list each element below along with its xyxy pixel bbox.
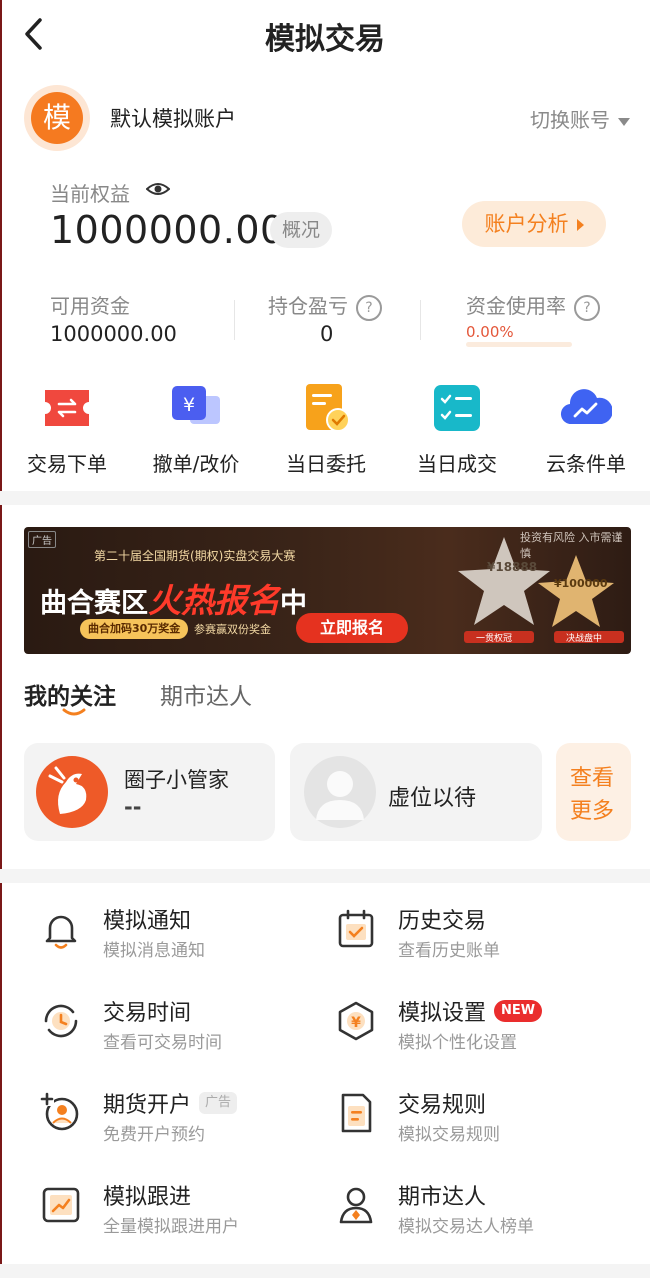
banner-ad-tag: 广告 bbox=[28, 531, 56, 548]
ad-badge: 广告 bbox=[199, 1092, 238, 1114]
page-title: 模拟交易 bbox=[265, 22, 385, 57]
view-more-line1: 查看 bbox=[570, 766, 615, 791]
menu-sub: 模拟消息通知 bbox=[103, 941, 205, 961]
eye-icon[interactable] bbox=[146, 180, 170, 198]
clock-icon bbox=[44, 1004, 78, 1038]
tab-my-focus[interactable]: 我的关注 bbox=[24, 677, 116, 711]
follow-card-sub: -- bbox=[124, 795, 142, 819]
divider bbox=[234, 300, 235, 340]
view-more-button[interactable]: 查看 更多 bbox=[556, 743, 631, 841]
menu-sub: 模拟交易规则 bbox=[398, 1125, 500, 1145]
switch-account-button[interactable]: 切换账号 bbox=[530, 104, 630, 133]
settings-icon: ¥ bbox=[338, 1001, 374, 1041]
banner-bonus: 曲合加码30万奖金 bbox=[80, 619, 189, 639]
available-funds-label: 可用资金 bbox=[50, 294, 130, 318]
svg-text:¥: ¥ bbox=[183, 394, 195, 416]
trade-order-icon[interactable] bbox=[41, 382, 93, 434]
menu-sub: 查看可交易时间 bbox=[103, 1033, 222, 1053]
menu-title-row[interactable]: 期货开户 广告 bbox=[103, 1087, 238, 1119]
view-more-line2: 更多 bbox=[570, 799, 615, 824]
menu-title[interactable]: 交易规则 bbox=[398, 1087, 486, 1119]
qa-daily-deals-label[interactable]: 当日成交 bbox=[392, 448, 522, 477]
usage-progress-track bbox=[466, 342, 572, 347]
left-edge-line bbox=[0, 0, 2, 1278]
help-icon[interactable]: ? bbox=[574, 294, 600, 321]
qa-cloud-condition-label[interactable]: 云条件单 bbox=[521, 448, 650, 477]
follow-card[interactable]: 圈子小管家 -- bbox=[24, 743, 275, 841]
available-funds-value: 1000000.00 bbox=[50, 322, 177, 346]
caret-down-icon bbox=[618, 117, 630, 126]
open-account-icon bbox=[40, 1092, 79, 1131]
placeholder-avatar-icon bbox=[304, 756, 376, 828]
follow-chart-icon bbox=[42, 1187, 80, 1223]
banner-prize1: ¥18888 bbox=[487, 560, 538, 574]
qa-cancel-modify-label[interactable]: 撤单/改价 bbox=[131, 448, 261, 477]
menu-title[interactable]: 历史交易 bbox=[398, 903, 486, 935]
usage-label-group: 资金使用率? bbox=[466, 290, 600, 321]
pnl-value: 0 bbox=[320, 322, 334, 346]
bell-icon bbox=[45, 915, 77, 949]
history-icon bbox=[338, 909, 374, 948]
menu-sub: 模拟个性化设置 bbox=[398, 1033, 517, 1053]
daily-orders-icon[interactable] bbox=[300, 382, 352, 434]
menu-title: 模拟设置 bbox=[398, 1001, 487, 1026]
banner-title: 曲合赛区火热报名中 bbox=[40, 574, 307, 622]
arrow-right-icon bbox=[576, 219, 584, 231]
follow-card-name: 圈子小管家 bbox=[124, 768, 229, 792]
menu-title: 期货开户 bbox=[103, 1093, 192, 1118]
menu-title[interactable]: 模拟通知 bbox=[103, 903, 191, 935]
menu-title[interactable]: 交易时间 bbox=[103, 995, 191, 1027]
help-icon[interactable]: ? bbox=[356, 294, 382, 321]
svg-text:¥: ¥ bbox=[351, 1015, 361, 1031]
menu-sub: 免费开户预约 bbox=[103, 1125, 205, 1145]
banner-double: 参赛赢双份奖金 bbox=[194, 623, 271, 636]
menu-title[interactable]: 模拟跟进 bbox=[103, 1179, 191, 1211]
account-analysis-label: 账户分析 bbox=[484, 212, 569, 236]
ad-banner[interactable]: 广告 投资有风险 入市需谨慎 第二十届全国期货(期权)实盘交易大赛 曲合赛区火热… bbox=[24, 527, 631, 654]
pnl-label: 持仓盈亏 bbox=[268, 294, 348, 318]
menu-sub: 全量模拟跟进用户 bbox=[103, 1217, 239, 1237]
account-analysis-button[interactable]: 账户分析 bbox=[462, 201, 606, 247]
banner-ribbon2: 决战盘中 bbox=[566, 634, 603, 644]
section-separator bbox=[0, 491, 650, 505]
banner-prize2: ¥100000 bbox=[554, 577, 608, 590]
expert-icon bbox=[339, 1187, 373, 1224]
overview-button[interactable]: 概况 bbox=[270, 212, 332, 248]
pnl-label-group: 持仓盈亏? bbox=[268, 290, 382, 321]
trophy-stars-icon bbox=[458, 537, 624, 643]
switch-account-label: 切换账号 bbox=[530, 108, 610, 132]
banner-subtitle: 第二十届全国期货(期权)实盘交易大赛 bbox=[94, 549, 296, 563]
section-separator bbox=[0, 869, 650, 883]
banner-ribbon1: 一贯权冠 bbox=[476, 634, 513, 644]
cancel-modify-icon[interactable]: ¥ bbox=[170, 382, 222, 434]
banner-title-part2: 火热报名 bbox=[148, 581, 280, 620]
qa-trade-order-label[interactable]: 交易下单 bbox=[2, 448, 132, 477]
qa-daily-orders-label[interactable]: 当日委托 bbox=[261, 448, 391, 477]
equity-label: 当前权益 bbox=[50, 182, 130, 206]
cloud-condition-icon[interactable] bbox=[560, 382, 612, 434]
tab-active-indicator bbox=[62, 708, 86, 716]
account-name: 默认模拟账户 bbox=[110, 107, 236, 131]
menu-sub: 模拟交易达人榜单 bbox=[398, 1217, 534, 1237]
daily-deals-icon[interactable] bbox=[431, 382, 483, 434]
rules-icon bbox=[341, 1093, 372, 1133]
circle-assistant-avatar bbox=[36, 756, 108, 828]
menu-sub: 查看历史账单 bbox=[398, 941, 500, 961]
banner-cta-button[interactable]: 立即报名 bbox=[296, 613, 408, 643]
account-avatar-char: 模 bbox=[31, 92, 83, 144]
tab-experts[interactable]: 期市达人 bbox=[160, 677, 252, 711]
divider bbox=[420, 300, 421, 340]
usage-value: 0.00% bbox=[466, 323, 514, 341]
usage-label: 资金使用率 bbox=[466, 294, 566, 318]
menu-title[interactable]: 期市达人 bbox=[398, 1179, 486, 1211]
new-badge: NEW bbox=[494, 1000, 543, 1022]
menu-title-row[interactable]: 模拟设置 NEW bbox=[398, 995, 543, 1027]
banner-title-part1: 曲合赛区 bbox=[40, 588, 148, 619]
placeholder-name: 虚位以待 bbox=[388, 786, 477, 811]
follow-card-placeholder[interactable]: 虚位以待 bbox=[290, 743, 542, 841]
section-separator bbox=[0, 1264, 650, 1278]
equity-value: 1000000.00 bbox=[50, 208, 285, 252]
